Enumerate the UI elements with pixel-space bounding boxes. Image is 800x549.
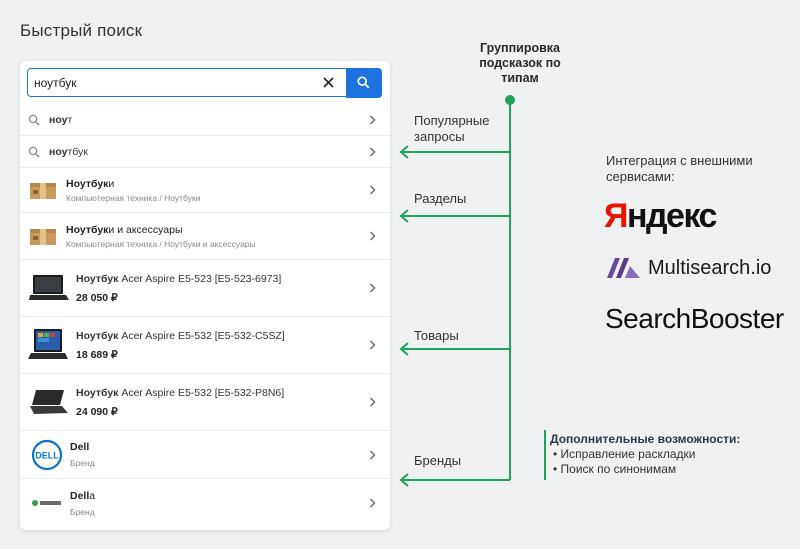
brand-suggestion[interactable]: Della Бренд (20, 479, 390, 527)
product-price: 18 689 ₽ (76, 348, 118, 361)
della-logo (30, 486, 64, 520)
category-title: Ноутбуки (66, 177, 115, 190)
annotation-popular: Популярные запросы (414, 113, 490, 144)
chevron-right-icon (370, 397, 376, 407)
page-title: Быстрый поиск (20, 21, 143, 40)
query-text: ноут (49, 113, 73, 126)
search-input[interactable] (28, 69, 312, 96)
laptop-image (28, 384, 70, 420)
annotation-sections: Разделы (414, 191, 467, 206)
search-icon (28, 114, 42, 126)
laptop-image (28, 327, 70, 363)
integration-title: Интеграция с внешними сервисами: (606, 153, 753, 184)
product-price: 28 050 ₽ (76, 291, 118, 304)
dell-logo: DELL (30, 438, 64, 472)
box-icon (28, 226, 58, 246)
extra-feature-item: • Исправление раскладки (553, 447, 696, 461)
searchbooster-logo: SearchBooster (605, 303, 784, 334)
multisearch-logo: Multisearch.io (606, 256, 771, 280)
chevron-right-icon (370, 283, 376, 293)
search-bar (27, 67, 382, 98)
yandex-logo: Яндекс (604, 197, 717, 235)
chevron-right-icon (370, 231, 376, 241)
chevron-right-icon (370, 115, 376, 124)
category-suggestion[interactable]: Ноутбуки и аксессуары Компьютерная техни… (20, 213, 390, 260)
category-suggestion[interactable]: Ноутбуки Компьютерная техника / Ноутбуки (20, 168, 390, 213)
brand-type: Бренд (70, 458, 95, 468)
chevron-right-icon (370, 450, 376, 459)
chevron-right-icon (370, 185, 376, 195)
query-text: ноутбук (49, 145, 88, 158)
extra-feature-item: • Поиск по синонимам (553, 462, 677, 476)
product-price: 24 090 ₽ (76, 405, 118, 418)
extra-features-title: Дополнительные возможности: (550, 432, 741, 446)
query-suggestion[interactable]: ноут (20, 104, 390, 136)
search-icon (357, 76, 370, 89)
product-title: Ноутбук Acer Aspire E5-532 [E5-532-C5SZ] (76, 329, 285, 342)
product-title: Ноутбук Acer Aspire E5-523 [E5-523-6973] (76, 272, 282, 285)
product-suggestion[interactable]: Ноутбук Acer Aspire E5-532 [E5-532-C5SZ]… (20, 317, 390, 374)
grouping-title: Группировка подсказок по типам (479, 41, 561, 85)
product-title: Ноутбук Acer Aspire E5-532 [E5-532-P8N6] (76, 386, 285, 399)
brand-name: Della (70, 489, 96, 502)
brand-type: Бренд (70, 506, 95, 517)
chevron-right-icon (370, 147, 376, 156)
category-path: Компьютерная техника / Ноутбуки и аксесс… (66, 238, 256, 249)
category-title: Ноутбуки и аксессуары (66, 223, 183, 236)
close-icon (323, 77, 334, 88)
brand-suggestion[interactable]: DELL Dell Бренд (20, 431, 390, 479)
product-suggestion[interactable]: Ноутбук Acer Aspire E5-523 [E5-523-6973]… (20, 260, 390, 317)
annotation-brands: Бренды (414, 453, 462, 468)
query-suggestion[interactable]: ноутбук (20, 136, 390, 168)
product-suggestion[interactable]: Ноутбук Acer Aspire E5-532 [E5-532-P8N6]… (20, 374, 390, 431)
laptop-image (28, 270, 70, 306)
search-icon (28, 146, 42, 158)
chevron-right-icon (370, 498, 376, 508)
annotation-products: Товары (414, 328, 459, 343)
multisearch-icon (607, 258, 640, 278)
svg-text:DELL: DELL (35, 450, 59, 460)
chevron-right-icon (370, 340, 376, 350)
search-button[interactable] (345, 67, 382, 98)
clear-button[interactable] (312, 69, 346, 96)
quick-search-widget: ноут ноутбук Ноутбуки Компьютерная техни… (20, 61, 390, 530)
extra-features: Дополнительные возможности: • Исправлени… (550, 432, 740, 477)
brand-name: Dell (70, 441, 90, 453)
category-path: Компьютерная техника / Ноутбуки (66, 192, 201, 203)
box-icon (28, 180, 58, 200)
